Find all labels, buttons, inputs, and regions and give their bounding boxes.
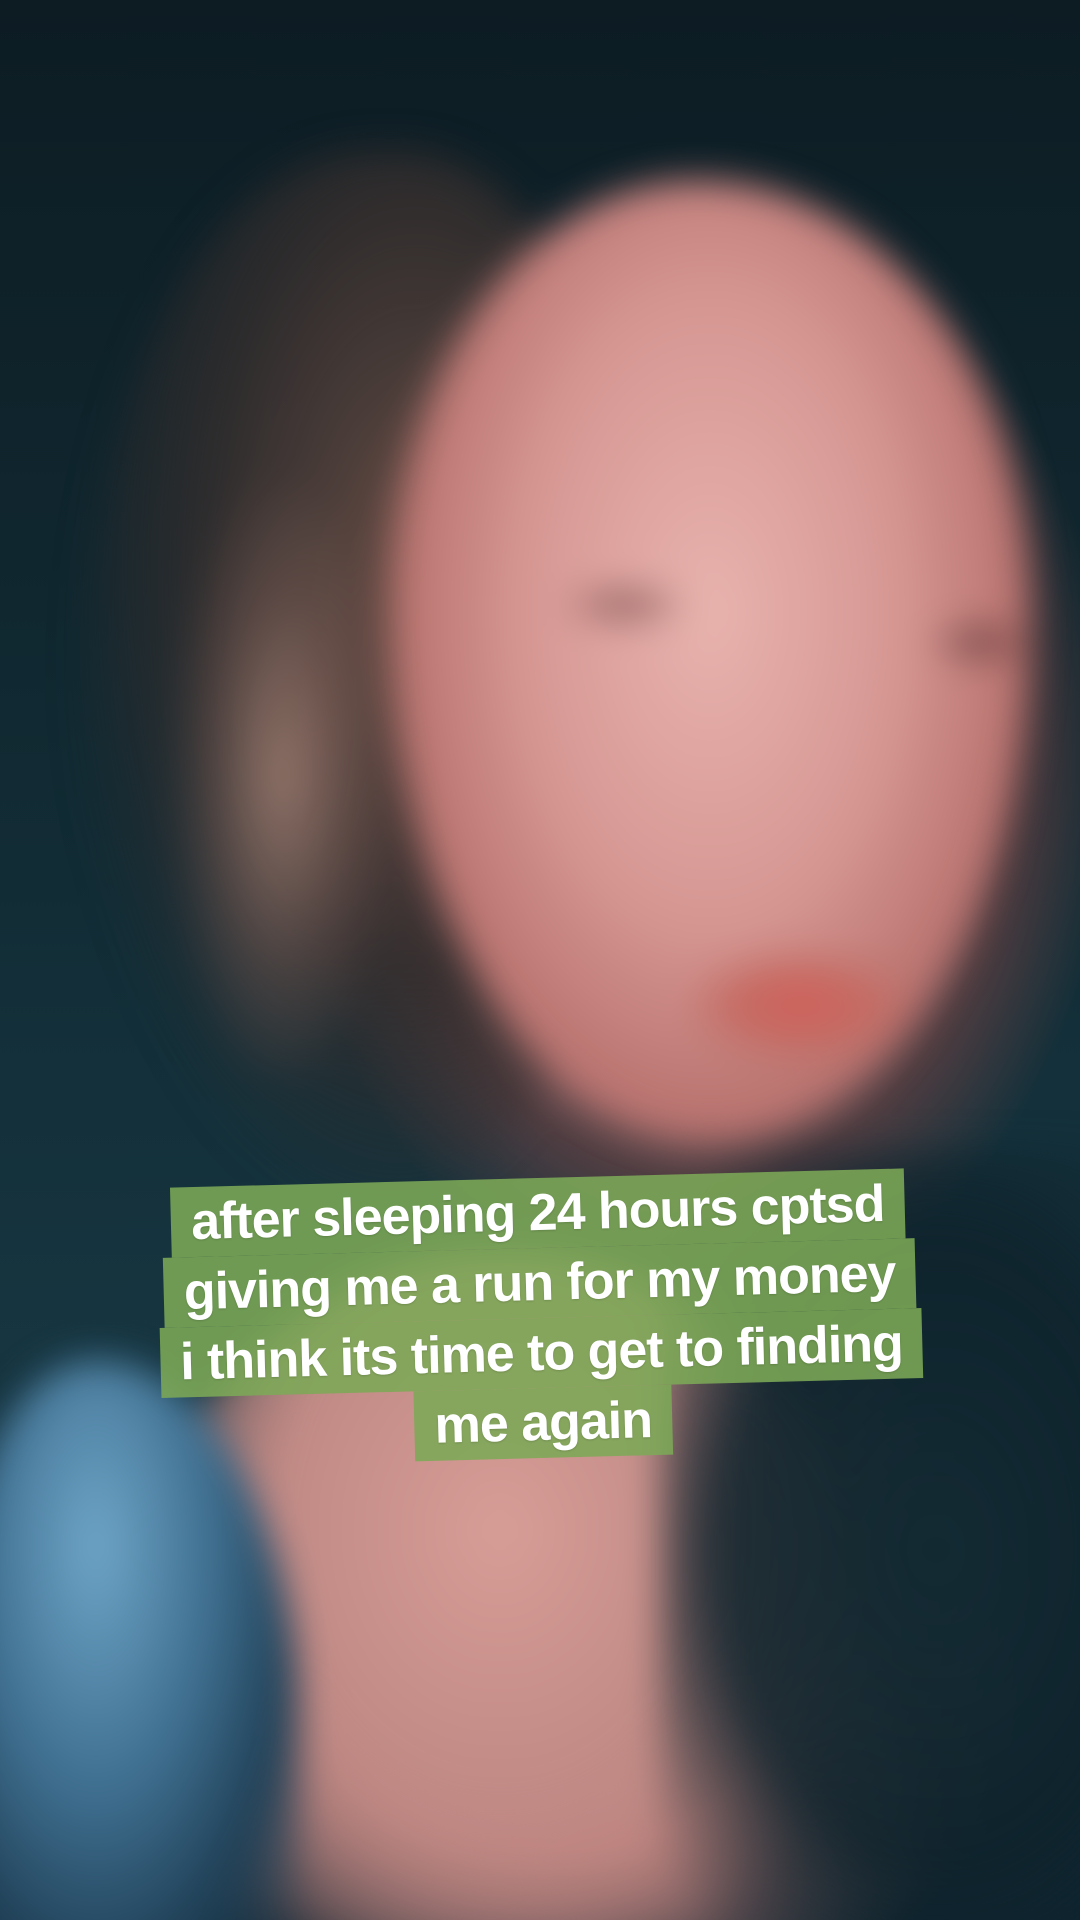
blurred-selfie-photo xyxy=(0,0,1080,1920)
left-eye xyxy=(560,585,690,625)
lips xyxy=(690,950,910,1060)
caption-line-4: me again xyxy=(413,1384,673,1462)
caption-overlay: after sleeping 24 hours cptsd giving me … xyxy=(0,1164,1080,1472)
video-frame: after sleeping 24 hours cptsd giving me … xyxy=(0,0,1080,1920)
right-eye xyxy=(930,620,1030,665)
hair-highlight xyxy=(170,480,390,1080)
